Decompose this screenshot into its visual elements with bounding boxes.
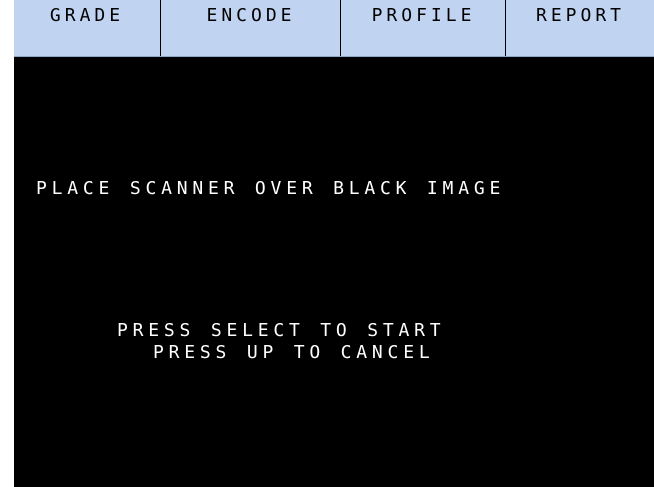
instruction-text: PLACE SCANNER OVER BLACK IMAGE <box>36 178 506 199</box>
device-screen: GRADE ENCODE PROFILE REPORT PLACE SCANNE… <box>14 0 654 487</box>
tab-grade[interactable]: GRADE <box>14 0 161 56</box>
start-prompt-text: PRESS SELECT TO START <box>117 320 446 341</box>
tab-encode[interactable]: ENCODE <box>162 0 341 56</box>
tab-bar: GRADE ENCODE PROFILE REPORT <box>14 0 654 57</box>
cancel-prompt-text: PRESS UP TO CANCEL <box>153 342 435 363</box>
tab-report[interactable]: REPORT <box>507 0 654 56</box>
tab-profile[interactable]: PROFILE <box>342 0 506 56</box>
